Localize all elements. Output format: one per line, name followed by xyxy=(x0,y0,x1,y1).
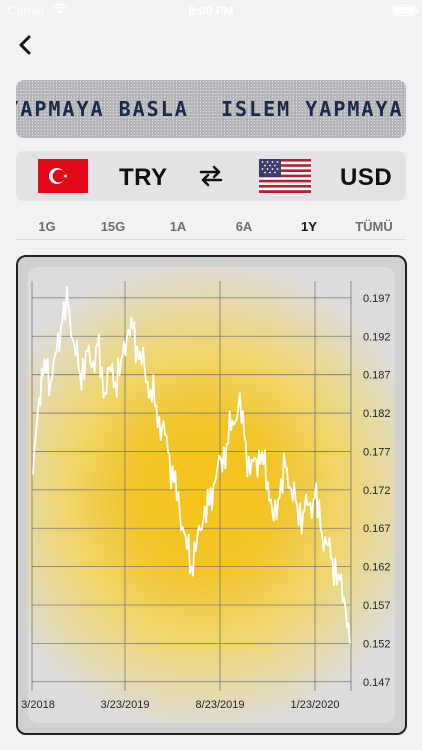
tab-6a[interactable]: 6A xyxy=(214,219,274,234)
y-tick-label: 0.157 xyxy=(363,600,391,612)
tab-15g[interactable]: 15G xyxy=(83,219,143,234)
y-tick-label: 0.147 xyxy=(363,677,391,689)
y-tick-label: 0.162 xyxy=(363,562,391,574)
usa-flag-icon[interactable] xyxy=(259,159,311,193)
status-bar: Carrier 8:00 PM xyxy=(0,0,422,22)
y-tick-label: 0.197 xyxy=(363,293,391,305)
swap-arrows-icon[interactable] xyxy=(196,162,226,190)
time-range-tabs: 1G 15G 1A 6A 1Y TÜMÜ xyxy=(16,212,406,240)
y-tick-label: 0.192 xyxy=(363,331,391,343)
battery-icon xyxy=(392,5,418,16)
ticker-banner[interactable]: ISLEM YAPMAYA BASLA ISLEM YAPMAYA BASLA xyxy=(16,80,406,138)
x-tick-label: 3/23/2019 xyxy=(101,699,150,711)
y-tick-label: 0.177 xyxy=(363,446,391,458)
x-tick-label: 1/23/2020 xyxy=(291,699,340,711)
price-line-chart[interactable]: 0.147 0.152 0.157 0.162 0.167 0.172 0.177 0.182… xyxy=(18,257,409,737)
y-tick-label: 0.152 xyxy=(363,638,391,650)
tab-1g[interactable]: 1G xyxy=(17,219,77,234)
chart-card: 0.147 0.152 0.157 0.162 0.167 0.172 0.177 0.182… xyxy=(16,255,407,735)
back-chevron-icon[interactable] xyxy=(12,30,42,60)
y-tick-label: 0.167 xyxy=(363,523,391,535)
currency-pair-selector: TRY USD xyxy=(16,151,406,201)
to-currency-code[interactable]: USD xyxy=(340,164,392,192)
y-tick-label: 0.182 xyxy=(363,408,391,420)
from-currency-code[interactable]: TRY xyxy=(119,164,168,192)
x-tick-label: 3/2018 xyxy=(21,699,55,711)
y-tick-label: 0.172 xyxy=(363,485,391,497)
ticker-text: ISLEM YAPMAYA BASLA xyxy=(16,97,189,121)
series-line xyxy=(32,286,351,644)
turkey-flag-icon[interactable] xyxy=(38,159,88,193)
clock: 8:00 PM xyxy=(188,4,234,18)
tab-1y[interactable]: 1Y xyxy=(279,219,339,234)
x-tick-label: 8/23/2019 xyxy=(196,699,245,711)
tab-1a[interactable]: 1A xyxy=(148,219,208,234)
y-tick-label: 0.187 xyxy=(363,370,391,382)
tab-tumu[interactable]: TÜMÜ xyxy=(344,219,404,234)
ticker-text: ISLEM YAPMAYA BASLA xyxy=(221,97,406,121)
